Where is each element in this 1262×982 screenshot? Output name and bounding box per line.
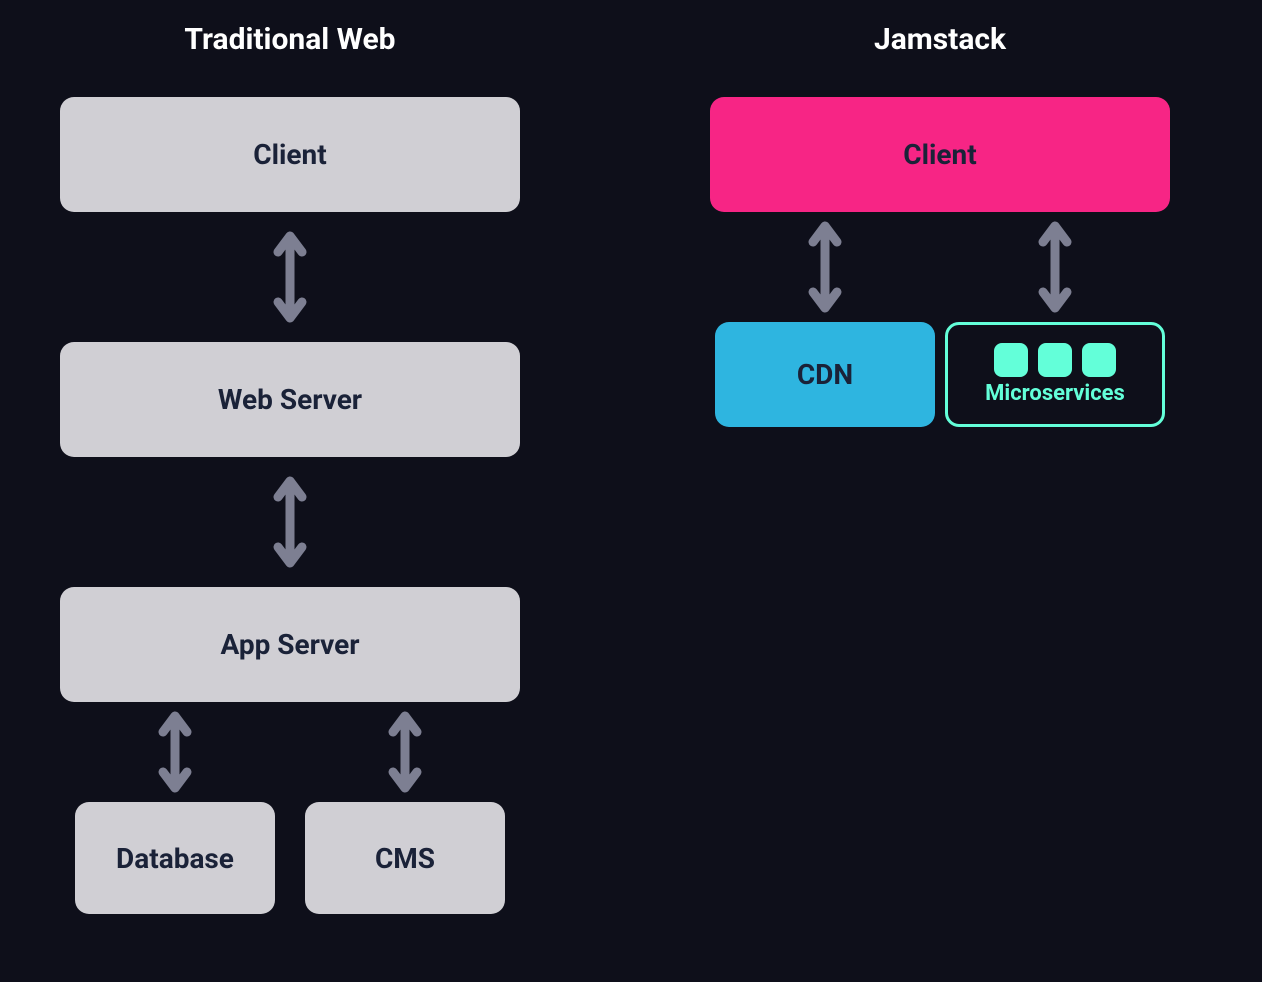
web-server-box: Web Server — [60, 342, 520, 457]
arrow-webserver-appserver — [30, 467, 550, 577]
cdn-box: CDN — [715, 322, 935, 427]
jamstack-title: Jamstack — [680, 22, 1200, 57]
database-box: Database — [75, 802, 275, 914]
database-label: Database — [116, 842, 234, 875]
app-server-box: App Server — [60, 587, 520, 702]
double-arrow-icon — [1035, 212, 1075, 322]
double-arrow-icon — [270, 467, 310, 577]
double-arrow-icon — [155, 702, 195, 802]
app-server-label: App Server — [220, 628, 359, 661]
jamstack-bottom-row: CDN Microservices — [710, 322, 1170, 427]
traditional-client-box: Client — [60, 97, 520, 212]
double-arrow-icon — [385, 702, 425, 802]
arrow-jamstack-client-row — [710, 212, 1170, 322]
cdn-label: CDN — [797, 358, 853, 391]
jamstack-column: Jamstack Client C — [680, 0, 1200, 427]
traditional-client-label: Client — [253, 138, 326, 171]
microservice-dot-icon — [994, 343, 1028, 377]
arrow-appserver-bottom-row — [60, 702, 520, 802]
cms-label: CMS — [375, 842, 435, 875]
microservices-dots-icon — [994, 343, 1116, 377]
double-arrow-icon — [805, 212, 845, 322]
jamstack-client-label: Client — [903, 138, 976, 171]
microservice-dot-icon — [1082, 343, 1116, 377]
cms-box: CMS — [305, 802, 505, 914]
microservice-dot-icon — [1038, 343, 1072, 377]
microservices-label: Microservices — [985, 381, 1125, 406]
jamstack-client-box: Client — [710, 97, 1170, 212]
traditional-bottom-row: Database CMS — [60, 802, 520, 914]
double-arrow-icon — [270, 222, 310, 332]
arrow-client-webserver — [30, 222, 550, 332]
web-server-label: Web Server — [218, 383, 362, 416]
traditional-web-title: Traditional Web — [30, 22, 550, 57]
traditional-web-column: Traditional Web Client Web Server App Se… — [30, 0, 550, 914]
microservices-box: Microservices — [945, 322, 1165, 427]
